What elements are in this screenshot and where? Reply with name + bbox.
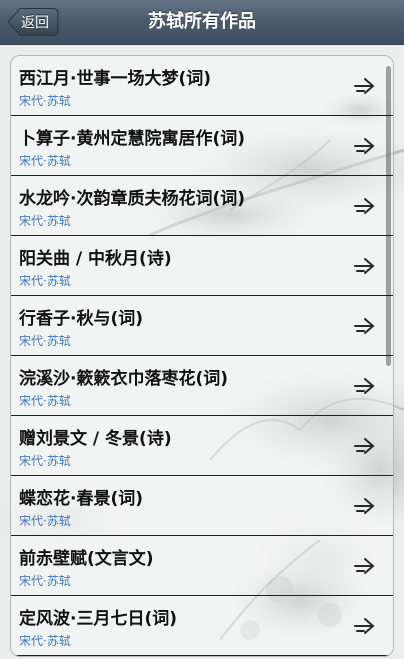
work-title: 西江月·世事一场大梦(词): [19, 69, 211, 89]
work-meta: 宋代·苏轼: [19, 334, 71, 348]
back-button[interactable]: 返回: [7, 7, 59, 37]
right-arrow-icon: [354, 558, 375, 574]
work-title: 水龙吟·次韵章质夫杨花词(词): [19, 189, 245, 209]
work-title: 卜算子·黄州定慧院寓居作(词): [19, 129, 245, 149]
back-button-label: 返回: [21, 15, 49, 31]
work-meta: 宋代·苏轼: [19, 214, 71, 228]
work-title: 赠刘景文 / 冬景(诗): [19, 429, 172, 449]
right-arrow-icon: [354, 498, 375, 514]
list-item[interactable]: 西江月·世事一场大梦(词) 宋代·苏轼: [11, 56, 393, 116]
list-item[interactable]: 浣溪沙·簌簌衣巾落枣花(词) 宋代·苏轼: [11, 356, 393, 416]
work-meta: 宋代·苏轼: [19, 634, 71, 648]
right-arrow-icon: [354, 378, 375, 394]
work-meta: 宋代·苏轼: [19, 574, 71, 588]
work-meta: 宋代·苏轼: [19, 454, 71, 468]
list-item[interactable]: 行香子·秋与(词) 宋代·苏轼: [11, 296, 393, 356]
work-title: 浣溪沙·簌簌衣巾落枣花(词): [19, 369, 228, 389]
list-item[interactable]: 前赤壁赋(文言文) 宋代·苏轼: [11, 536, 393, 596]
work-title: 行香子·秋与(词): [19, 309, 143, 329]
list-item[interactable]: 蝶恋花·春景(词) 宋代·苏轼: [11, 476, 393, 536]
work-title: 定风波·三月七日(词): [19, 609, 177, 629]
list-item[interactable]: 水龙吟·次韵章质夫杨花词(词) 宋代·苏轼: [11, 176, 393, 236]
right-arrow-icon: [354, 258, 375, 274]
navigation-bar: 返回 苏轼所有作品: [0, 0, 404, 45]
right-arrow-icon: [354, 318, 375, 334]
work-title: 前赤壁赋(文言文): [19, 549, 154, 569]
right-arrow-icon: [354, 138, 375, 154]
work-meta: 宋代·苏轼: [19, 514, 71, 528]
right-arrow-icon: [354, 78, 375, 94]
list-item[interactable]: 阳关曲 / 中秋月(诗) 宋代·苏轼: [11, 236, 393, 296]
page-title: 苏轼所有作品: [148, 11, 256, 32]
work-meta: 宋代·苏轼: [19, 94, 71, 108]
work-title: 蝶恋花·春景(词): [19, 489, 143, 509]
right-arrow-icon: [354, 198, 375, 214]
list-item[interactable]: 定风波·三月七日(词) 宋代·苏轼: [11, 596, 393, 656]
work-meta: 宋代·苏轼: [19, 394, 71, 408]
list-item[interactable]: 赠刘景文 / 冬景(诗) 宋代·苏轼: [11, 416, 393, 476]
work-meta: 宋代·苏轼: [19, 154, 71, 168]
right-arrow-icon: [354, 618, 375, 634]
right-arrow-icon: [354, 438, 375, 454]
list-item[interactable]: 卜算子·黄州定慧院寓居作(词) 宋代·苏轼: [11, 116, 393, 176]
work-title: 阳关曲 / 中秋月(诗): [19, 249, 172, 269]
works-list: 西江月·世事一场大梦(词) 宋代·苏轼 卜算子·黄州定慧院寓居作(词) 宋代·苏…: [10, 55, 394, 657]
screen: 返回 苏轼所有作品 西江月·世事一场大梦(词) 宋代·苏轼 卜算子·黄州定慧院寓…: [0, 0, 404, 659]
work-meta: 宋代·苏轼: [19, 274, 71, 288]
